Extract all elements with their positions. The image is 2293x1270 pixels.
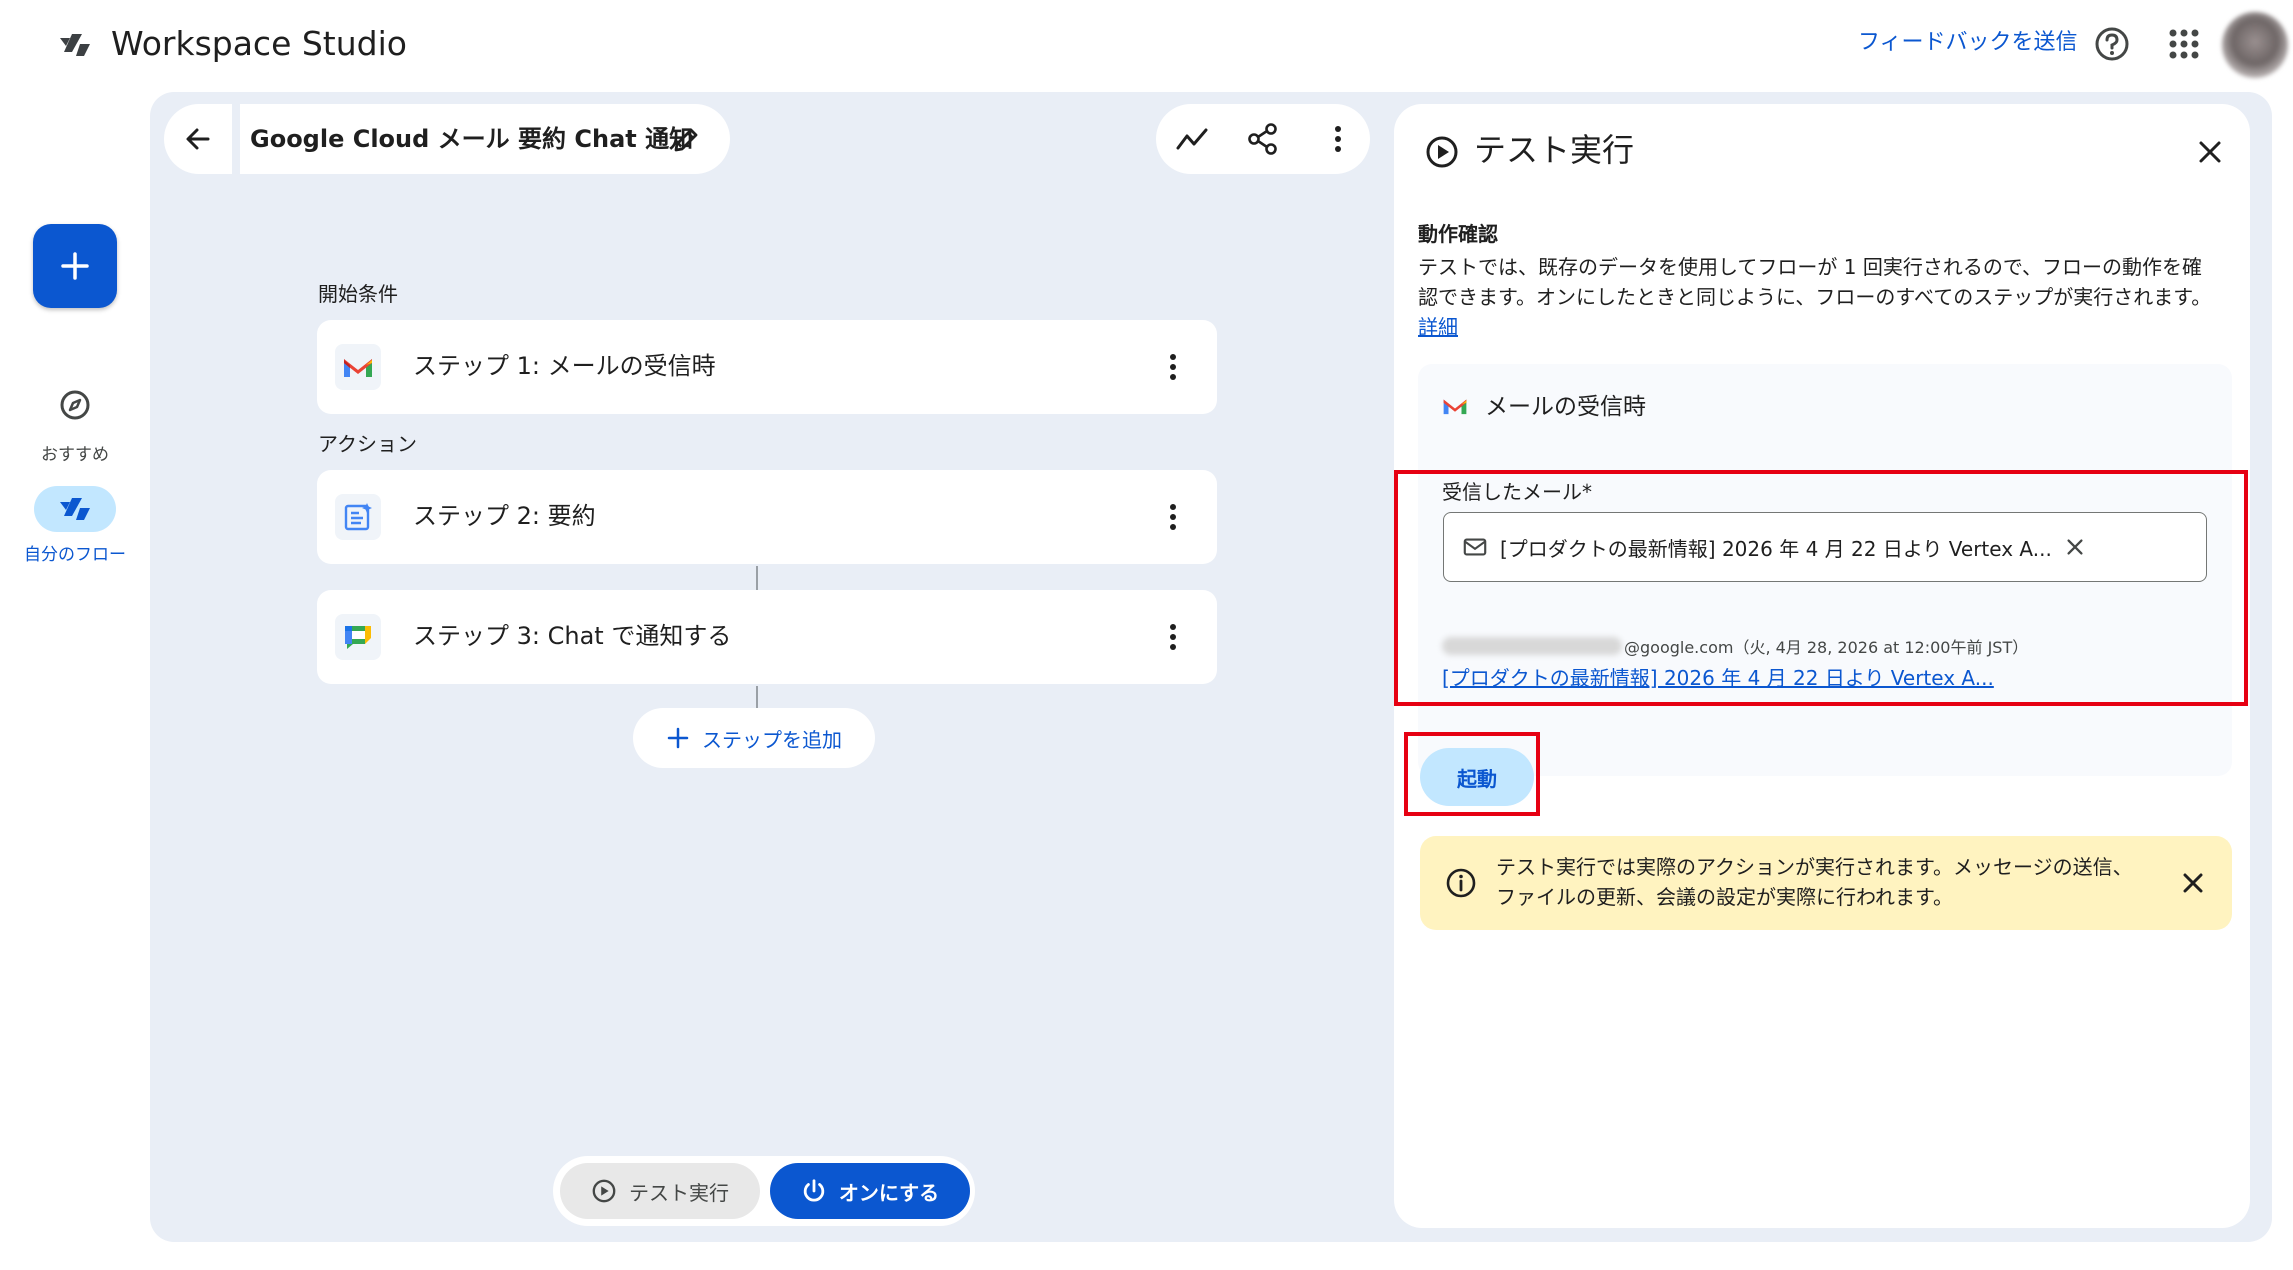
- panel-subhead: 動作確認: [1418, 222, 1498, 246]
- test-run-label: テスト実行: [629, 1180, 729, 1205]
- back-button[interactable]: [164, 104, 232, 174]
- trigger-label: メールの受信時: [1485, 394, 1646, 420]
- flow-title[interactable]: Google Cloud メール 要約 Chat 通知: [250, 122, 693, 156]
- action-section-label: アクション: [318, 432, 417, 456]
- description-text: テストでは、既存のデータを使用してフローが 1 回実行されるので、フローの動作を…: [1418, 255, 2212, 309]
- add-step-label: ステップを追加: [702, 727, 842, 752]
- pencil-icon[interactable]: [670, 124, 702, 156]
- share-icon[interactable]: [1245, 121, 1281, 157]
- rail-item-myflows-button[interactable]: [34, 486, 116, 532]
- close-icon[interactable]: [2192, 134, 2228, 170]
- step-card-3[interactable]: ステップ 3: Chat で通知する: [317, 590, 1217, 684]
- create-button[interactable]: [33, 224, 117, 308]
- activity-icon[interactable]: [1174, 122, 1210, 158]
- google-chat-icon: [335, 614, 381, 660]
- highlight-box-start: [1404, 732, 1540, 816]
- step-card-2[interactable]: ステップ 2: 要約: [317, 470, 1217, 564]
- test-run-button[interactable]: テスト実行: [560, 1163, 760, 1219]
- app-title: Workspace Studio: [111, 24, 407, 63]
- flows-icon: [60, 498, 90, 520]
- help-icon[interactable]: [2092, 24, 2132, 64]
- apps-grid-icon[interactable]: [2166, 26, 2202, 62]
- add-step-button[interactable]: ステップを追加: [633, 708, 875, 768]
- step-label: ステップ 1: メールの受信時: [413, 352, 716, 380]
- compass-icon[interactable]: [58, 388, 92, 422]
- info-icon: [1444, 866, 1478, 900]
- avatar[interactable]: [2222, 12, 2288, 78]
- more-vert-icon[interactable]: [1320, 121, 1356, 157]
- step-more-icon[interactable]: [1155, 619, 1191, 655]
- plus-icon: [667, 727, 689, 749]
- gmail-icon: [335, 344, 381, 390]
- warning-text: テスト実行では実際のアクションが実行されます。メッセージの送信、ファイルの更新、…: [1496, 855, 2133, 909]
- feedback-link[interactable]: フィードバックを送信: [1858, 28, 2078, 58]
- step-more-icon[interactable]: [1155, 499, 1191, 535]
- details-link[interactable]: 詳細: [1418, 315, 1458, 339]
- turn-on-label: オンにする: [838, 1180, 940, 1205]
- step-connector: [756, 566, 758, 590]
- step-more-icon[interactable]: [1155, 349, 1191, 385]
- trigger-section-label: 開始条件: [318, 282, 398, 306]
- step-card-1[interactable]: ステップ 1: メールの受信時: [317, 320, 1217, 414]
- highlight-box-email: [1394, 470, 2248, 706]
- turn-on-button[interactable]: オンにする: [770, 1163, 970, 1219]
- close-icon[interactable]: [2176, 866, 2210, 900]
- play-circle-icon: [592, 1179, 616, 1203]
- workspace-studio-logo-icon: [58, 30, 92, 60]
- step-label: ステップ 2: 要約: [413, 502, 596, 530]
- power-icon: [803, 1179, 825, 1202]
- step-connector: [756, 686, 758, 708]
- panel-description: テストでは、既存のデータを使用してフローが 1 回実行されるので、フローの動作を…: [1418, 252, 2218, 342]
- rail-item-myflows[interactable]: 自分のフロー: [20, 544, 130, 566]
- summarize-icon: [335, 494, 381, 540]
- play-circle-icon: [1424, 134, 1460, 170]
- plus-icon: [61, 252, 89, 280]
- arrow-left-icon: [186, 128, 210, 150]
- step-label: ステップ 3: Chat で通知する: [413, 622, 732, 650]
- gmail-icon: [1442, 396, 1468, 418]
- rail-item-recommend[interactable]: おすすめ: [20, 440, 130, 465]
- panel-title: テスト実行: [1474, 131, 1635, 169]
